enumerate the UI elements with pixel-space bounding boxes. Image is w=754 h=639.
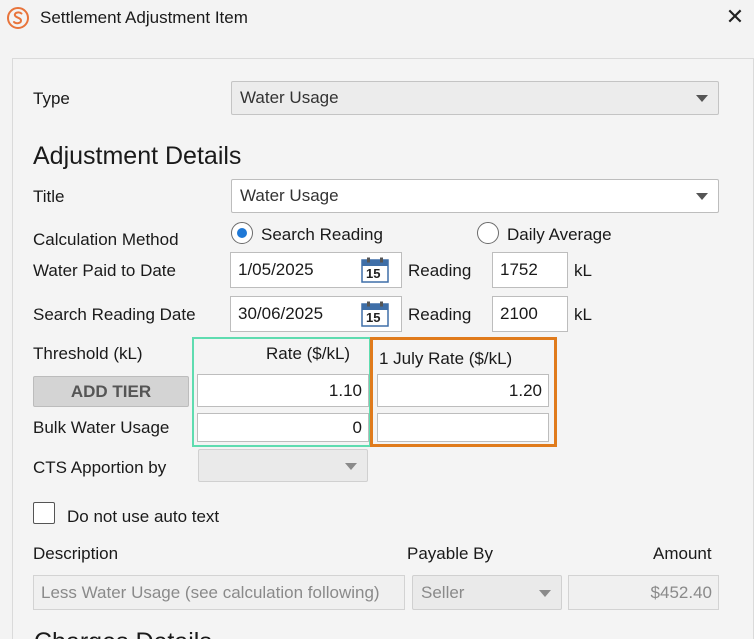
calculation-method-label: Calculation Method: [33, 230, 179, 249]
radio-daily-average-label: Daily Average: [507, 225, 612, 244]
auto-text-label: Do not use auto text: [67, 507, 220, 526]
chevron-down-icon: [696, 193, 708, 200]
water-paid-label: Water Paid to Date: [33, 261, 176, 280]
bulk-water-usage-label: Bulk Water Usage: [33, 418, 170, 437]
amount-field[interactable]: $452.40: [568, 575, 719, 610]
description-value: Less Water Usage (see calculation follow…: [41, 582, 380, 602]
window-titlebar: Settlement Adjustment Item ✕: [0, 0, 754, 40]
reading-value-2: 2100: [500, 304, 538, 323]
radio-daily-average[interactable]: [477, 222, 499, 244]
reading-value-1: 1752: [500, 260, 538, 279]
add-tier-button[interactable]: ADD TIER: [33, 376, 189, 407]
water-paid-date-value: 1/05/2025: [238, 260, 314, 279]
window-title: Settlement Adjustment Item: [40, 8, 248, 27]
radio-search-reading[interactable]: [231, 222, 253, 244]
calendar-day-1: 15: [366, 266, 381, 281]
charges-details-heading: Charges Details: [34, 628, 212, 639]
title-label: Title: [33, 187, 65, 206]
payable-by-value: Seller: [421, 582, 465, 602]
reading-input-2[interactable]: 2100: [492, 296, 568, 332]
july-rate-highlight-box: [370, 337, 557, 447]
cts-apportion-label: CTS Apportion by: [33, 458, 167, 477]
amount-value: $452.40: [650, 582, 712, 602]
close-icon[interactable]: ✕: [722, 4, 748, 30]
unit-label-2: kL: [574, 305, 592, 324]
reading-label-2: Reading: [408, 305, 472, 324]
chevron-down-icon: [539, 589, 551, 597]
cts-apportion-dropdown[interactable]: [198, 449, 368, 482]
title-value: Water Usage: [240, 186, 339, 205]
title-dropdown[interactable]: Water Usage: [231, 179, 719, 213]
type-value: Water Usage: [240, 88, 339, 107]
app-logo-icon: [7, 7, 29, 29]
search-reading-date-value: 30/06/2025: [238, 304, 324, 323]
search-reading-date-label: Search Reading Date: [33, 305, 196, 324]
chevron-down-icon: [696, 95, 708, 102]
calendar-day-2: 15: [366, 310, 381, 325]
auto-text-checkbox[interactable]: [33, 502, 55, 524]
unit-label-1: kL: [574, 261, 592, 280]
description-header: Description: [33, 544, 119, 563]
type-dropdown[interactable]: Water Usage: [231, 81, 719, 115]
description-field[interactable]: Less Water Usage (see calculation follow…: [33, 575, 405, 610]
adjustment-details-heading: Adjustment Details: [33, 142, 242, 170]
rate-highlight-box: [192, 337, 371, 447]
reading-input-1[interactable]: 1752: [492, 252, 568, 288]
chevron-down-icon: [345, 462, 357, 470]
amount-header: Amount: [653, 544, 712, 563]
radio-search-reading-label: Search Reading: [261, 225, 383, 244]
threshold-label: Threshold (kL): [33, 344, 143, 363]
reading-label-1: Reading: [408, 261, 472, 280]
payable-by-dropdown[interactable]: Seller: [412, 575, 562, 610]
type-label: Type: [33, 89, 70, 108]
payable-by-header: Payable By: [407, 544, 493, 563]
